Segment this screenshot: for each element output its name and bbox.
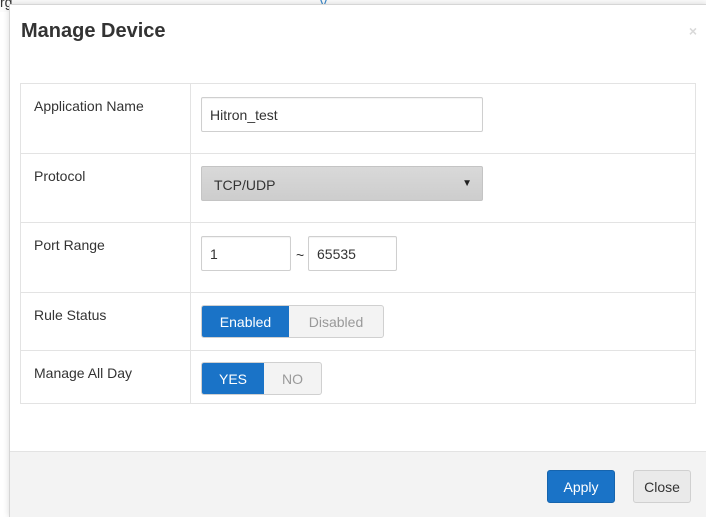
manage-all-day-label: Manage All Day xyxy=(34,365,133,381)
close-icon[interactable]: × xyxy=(689,23,697,39)
rule-status-toggle: Enabled Disabled xyxy=(201,305,384,338)
rule-status-disabled-button[interactable]: Disabled xyxy=(289,306,383,337)
rule-status-enabled-button[interactable]: Enabled xyxy=(202,306,289,337)
rule-status-row: Rule Status Enabled Disabled xyxy=(21,293,695,351)
row-divider xyxy=(190,154,191,222)
application-name-label: Application Name xyxy=(34,98,144,114)
row-divider xyxy=(190,223,191,292)
rule-status-label: Rule Status xyxy=(34,307,107,323)
manage-all-day-no-button[interactable]: NO xyxy=(264,363,321,394)
modal-footer: Apply Close xyxy=(10,452,706,517)
application-name-input[interactable] xyxy=(201,97,483,132)
protocol-selected-value: TCP/UDP xyxy=(214,177,276,193)
port-range-end-input[interactable] xyxy=(308,236,397,271)
protocol-select[interactable]: TCP/UDP ▼ xyxy=(201,166,483,201)
port-range-label: Port Range xyxy=(34,237,105,253)
protocol-row: Protocol TCP/UDP ▼ xyxy=(21,154,695,223)
row-divider xyxy=(190,84,191,153)
manage-all-day-yes-button[interactable]: YES xyxy=(202,363,264,394)
dropdown-caret-icon: ▼ xyxy=(462,178,472,189)
manage-device-modal: Manage Device × Application Name Protoco… xyxy=(9,4,706,517)
modal-title: Manage Device xyxy=(21,20,166,42)
port-range-row: Port Range ~ xyxy=(21,223,695,293)
row-divider xyxy=(190,293,191,350)
manage-all-day-toggle: YES NO xyxy=(201,362,322,395)
apply-button[interactable]: Apply xyxy=(547,470,615,503)
port-range-start-input[interactable] xyxy=(201,236,291,271)
protocol-label: Protocol xyxy=(34,168,86,184)
form-table: Application Name Protocol TCP/UDP ▼ Port… xyxy=(20,83,696,404)
close-button[interactable]: Close xyxy=(633,470,691,503)
manage-all-day-row: Manage All Day YES NO xyxy=(21,351,695,403)
application-name-row: Application Name xyxy=(21,84,695,154)
row-divider xyxy=(190,351,191,403)
port-range-separator: ~ xyxy=(296,247,305,263)
